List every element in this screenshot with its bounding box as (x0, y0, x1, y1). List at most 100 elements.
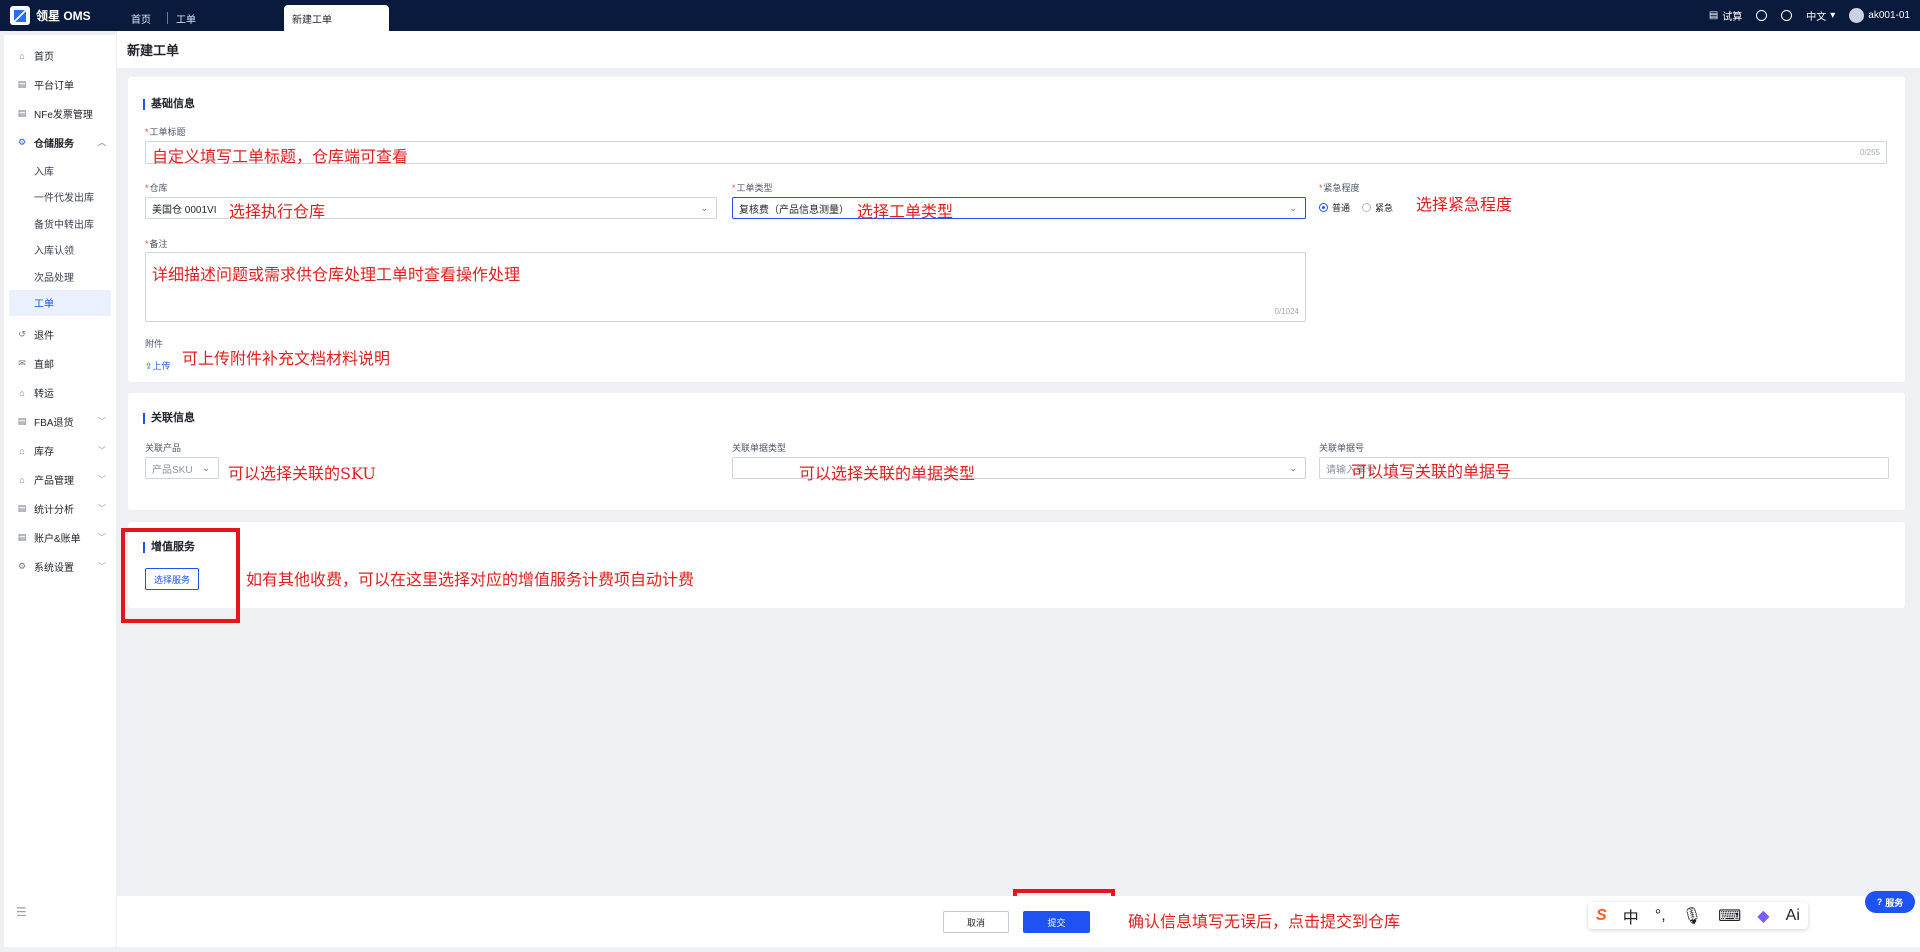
keyboard-icon[interactable]: ⌨ (1718, 906, 1741, 926)
inventory-icon: ⌂ (19, 445, 25, 456)
ticket-type-select[interactable]: 复核费（产品信息测量） ⌄ (732, 197, 1306, 219)
sidebar-item-system-settings[interactable]: ⚙ 系统设置 ﹀ (4, 552, 116, 581)
language-selector[interactable]: 中文 ▾ (1806, 8, 1835, 23)
product-icon: ⌂ (19, 474, 25, 485)
app-name: 领星 OMS (36, 9, 91, 23)
remark-char-counter: 0/1024 (1274, 307, 1299, 316)
skin-icon[interactable]: ◆ (1757, 906, 1769, 926)
tab-home[interactable]: 首页 (123, 5, 159, 31)
calculator-icon: ▤ (1708, 10, 1719, 21)
sidebar-item-label: 仓储服务 (34, 139, 74, 150)
sidebar-item-label: 产品管理 (34, 476, 74, 487)
sidebar-sub-defective[interactable]: 次品处理 (4, 263, 116, 290)
related-info-title: 关联信息 (143, 413, 195, 424)
sidebar-sub-tickets[interactable]: 工单 (9, 289, 111, 316)
sidebar-item-returns[interactable]: ↺ 退件 (4, 320, 116, 349)
user-menu[interactable]: ak001-01 (1849, 8, 1910, 23)
annotation-sku: 可以选择关联的SKU (228, 464, 376, 483)
sidebar-sub-inbound-claim[interactable]: 入库认领 (4, 237, 116, 264)
ticket-type-field-label: *工单类型 (732, 183, 773, 193)
caret-down-icon: ▾ (1830, 10, 1836, 21)
sidebar-item-label: 系统设置 (34, 563, 74, 574)
sogou-logo-icon[interactable]: S (1596, 907, 1607, 925)
service-label: 服务 (1885, 897, 1904, 908)
related-product-select[interactable]: 产品SKU ⌄ (145, 457, 219, 479)
chevron-down-icon: ⌄ (1289, 462, 1297, 473)
collapse-menu-icon[interactable]: ☰ (16, 905, 27, 919)
sidebar-item-warehouse-services[interactable]: ⚙ 仓储服务 ︿ (4, 128, 116, 157)
return-icon: ↺ (18, 329, 26, 339)
sidebar-item-label: 平台订单 (34, 81, 74, 92)
annotation-title: 自定义填写工单标题，仓库端可查看 (152, 147, 409, 166)
sidebar-sub-dropship-outbound[interactable]: 一件代发出库 (4, 184, 116, 211)
annotation-doc-no: 可以填写关联的单据号 (1351, 462, 1512, 481)
title-char-counter: 0/255 (1859, 148, 1880, 157)
sidebar-item-nfe-invoices[interactable]: ▤ NFe发票管理 (4, 99, 116, 128)
sidebar-sub-inbound[interactable]: 入库 (4, 157, 116, 184)
sidebar-item-home[interactable]: ⌂ 首页 (4, 41, 116, 70)
sidebar-item-analytics[interactable]: ▤ 统计分析 ﹀ (4, 494, 116, 523)
sidebar-item-inventory[interactable]: ⌂ 库存 ﹀ (4, 436, 116, 465)
annotation-urgency: 选择紧急程度 (1416, 195, 1513, 214)
urgency-radio-group: 普通 紧急 (1319, 201, 1405, 214)
punctuation-icon[interactable]: °, (1655, 907, 1666, 925)
urgency-normal-label: 普通 (1332, 203, 1351, 213)
sidebar: ⌂ 首页 ▤ 平台订单 ▤ NFe发票管理 ⚙ 仓储服务 ︿ 入库 一件代发出库 备货中转… (4, 35, 116, 947)
page-title: 新建工单 (117, 31, 1920, 68)
annotation-remark: 详细描述问题或需求供仓库处理工单时查看操作处理 (152, 265, 521, 284)
sidebar-item-transshipment[interactable]: ⌂ 转运 (4, 378, 116, 407)
language-label: 中文 (1806, 12, 1827, 23)
related-doc-type-label: 关联单据类型 (732, 443, 787, 453)
tab-new-ticket[interactable]: 新建工单 (284, 5, 389, 31)
related-doc-no-label: 关联单据号 (1319, 443, 1365, 453)
cancel-button[interactable]: 取消 (943, 911, 1009, 933)
billing-icon: ▤ (17, 532, 27, 542)
attachment-label: 附件 (145, 339, 164, 349)
related-product-placeholder: 产品SKU (152, 464, 193, 476)
warehouse-icon: ⚙ (17, 137, 27, 147)
settings-icon[interactable] (1781, 10, 1793, 21)
sidebar-sub-transfer-outbound[interactable]: 备货中转出库 (4, 210, 116, 237)
sidebar-item-fba-returns[interactable]: ▤ FBA退货 ﹀ (4, 407, 116, 436)
upload-button[interactable]: ⇪上传 (145, 359, 171, 372)
chevron-down-icon: ⌄ (700, 202, 708, 213)
sidebar-item-label: 库存 (34, 447, 54, 458)
download-icon[interactable] (1756, 10, 1768, 21)
service-chat-button[interactable]: ? 服务 (1865, 891, 1915, 913)
trial-calc-button[interactable]: ▤ 试算 (1709, 8, 1742, 23)
microphone-icon[interactable]: 🎙 (1682, 906, 1702, 926)
sidebar-item-billing[interactable]: ▤ 账户&账单 ﹀ (4, 523, 116, 552)
sidebar-item-label: 直邮 (34, 360, 54, 371)
urgency-normal-radio[interactable]: 普通 (1319, 201, 1350, 214)
sidebar-item-label: FBA退货 (34, 418, 74, 429)
upload-label: 上传 (152, 361, 171, 371)
sidebar-item-label: 首页 (34, 52, 54, 63)
chevron-down-icon: ﹀ (98, 562, 106, 571)
chevron-down-icon: ﹀ (98, 417, 106, 426)
sidebar-item-platform-orders[interactable]: ▤ 平台订单 (4, 70, 116, 99)
logo-icon (10, 6, 30, 25)
submit-button[interactable]: 提交 (1023, 911, 1090, 933)
tab-bar: 首页 工单 新建工单 (123, 0, 389, 31)
chevron-down-icon: ﹀ (98, 446, 106, 455)
radio-checked-icon (1319, 203, 1328, 212)
transfer-icon: ⌂ (19, 387, 25, 398)
sidebar-item-label: 账户&账单 (34, 534, 81, 545)
urgency-urgent-radio[interactable]: 紧急 (1362, 201, 1393, 214)
annotation-warehouse: 选择执行仓库 (229, 202, 326, 221)
tab-tickets[interactable]: 工单 (167, 12, 204, 26)
warehouse-field-label: *仓库 (145, 183, 168, 193)
top-bar: 领星 OMS 首页 工单 新建工单 ▤ 试算 中文 ▾ ak001-01 (0, 0, 1920, 31)
ime-toolbar: S 中 °, 🎙 ⌨ ◆ Ai (1588, 902, 1808, 929)
chevron-up-icon: ︿ (98, 138, 106, 147)
remark-field-label: *备注 (145, 239, 168, 249)
urgency-urgent-label: 紧急 (1375, 203, 1394, 213)
sidebar-item-direct-mail[interactable]: ✉ 直邮 (4, 349, 116, 378)
chinese-mode-toggle[interactable]: 中 (1623, 904, 1639, 928)
user-name: ak001-01 (1868, 10, 1910, 21)
ai-assistant-button[interactable]: Ai (1786, 907, 1800, 925)
app-logo[interactable]: 领星 OMS (0, 6, 117, 25)
value-added-card: 增值服务 选择服务 (128, 522, 1905, 608)
sidebar-item-products[interactable]: ⌂ 产品管理 ﹀ (4, 465, 116, 494)
fba-icon: ▤ (17, 416, 27, 426)
